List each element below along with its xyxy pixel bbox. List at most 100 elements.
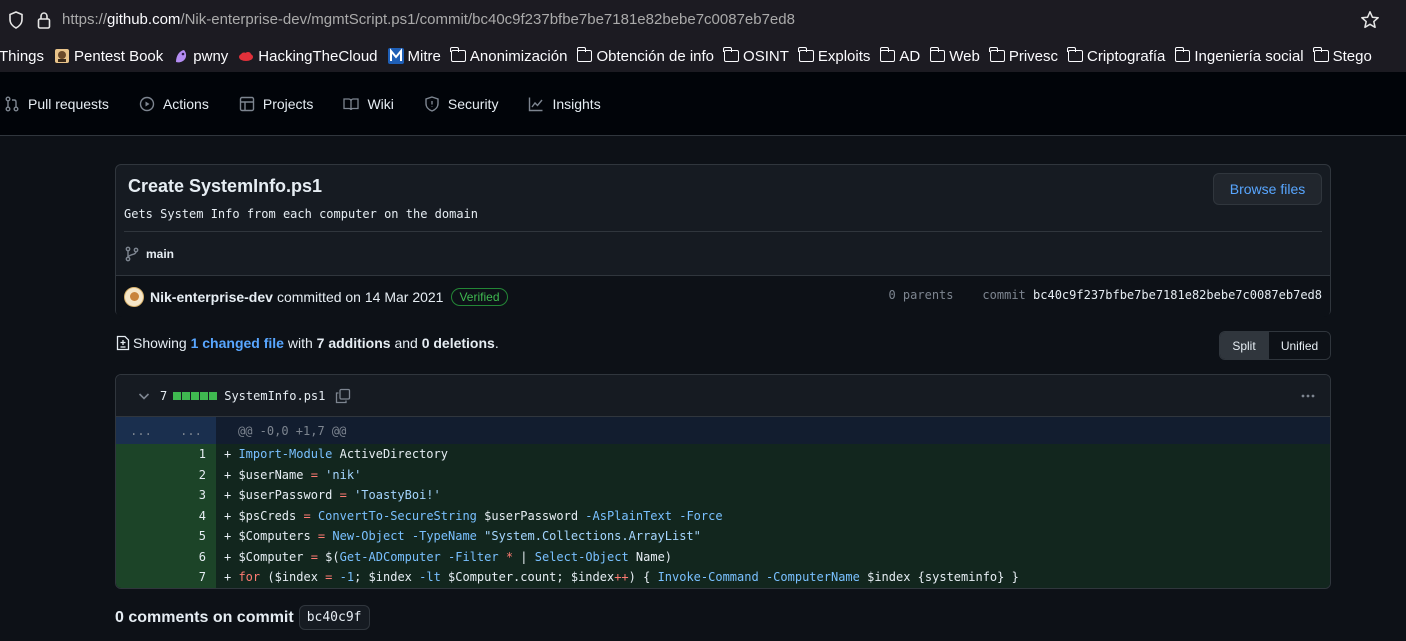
lock-icon[interactable]	[36, 11, 52, 29]
file-diff-icon	[116, 335, 130, 351]
file-header: 7 SystemInfo.ps1	[116, 375, 1330, 417]
old-line-number[interactable]	[116, 505, 166, 526]
expand-hunk-new[interactable]: ...	[166, 417, 216, 444]
pull-request-icon	[5, 96, 19, 111]
bookmark-label: Things	[0, 47, 45, 65]
bookmark-folder-criptografia[interactable]: Criptografía	[1067, 40, 1165, 72]
old-line-number[interactable]	[116, 444, 166, 465]
bookmark-label: Privesc	[1008, 47, 1059, 65]
commit-sha[interactable]: bc40c9f237bfbe7be7181e82bebe7c0087eb7ed8	[1033, 288, 1322, 302]
verified-badge[interactable]: Verified	[451, 287, 508, 306]
file-diff: 7 SystemInfo.ps1 ... ... @@ -0,0 +1,7 @@…	[115, 374, 1331, 589]
unified-button[interactable]: Unified	[1269, 332, 1330, 359]
folder-icon	[1313, 47, 1329, 62]
comments-label: 0 comments on commit	[115, 608, 294, 626]
changed-files-link[interactable]: 1 changed file	[191, 335, 284, 351]
old-line-number[interactable]	[116, 567, 166, 588]
folder-icon	[989, 47, 1005, 62]
branch-name[interactable]: main	[146, 247, 174, 261]
short-sha: bc40c9f	[298, 605, 370, 630]
bookmark-label: Pentest Book	[74, 47, 164, 65]
bookmark-pentest-book[interactable]: Pentest Book	[54, 40, 163, 72]
diff-summary: Showing 1 changed file with 7 additions …	[115, 335, 499, 351]
bookmark-star-icon[interactable]	[1360, 10, 1380, 30]
browse-files-button[interactable]: Browse files	[1213, 173, 1322, 205]
bookmarks-bar: Things Pentest Book pwny HackingTheCloud…	[0, 40, 1406, 72]
tab-insights[interactable]: Insights	[528, 96, 601, 112]
new-line-number[interactable]: 3	[166, 485, 216, 506]
bookmark-folder-ingenieria[interactable]: Ingeniería social	[1174, 40, 1304, 72]
code-text: + $userName = 'nik'	[224, 467, 362, 482]
new-line-number[interactable]: 5	[166, 526, 216, 547]
commit-meta: 0 parents commit bc40c9f237bfbe7be7181e8…	[888, 288, 1322, 302]
kebab-horizontal-icon[interactable]	[1300, 388, 1316, 404]
comments-heading: 0 comments on commit bc40c9f	[115, 605, 370, 630]
address-field[interactable]: https://github.com/Nik-enterprise-dev/mg…	[62, 11, 795, 28]
shield-icon	[425, 95, 439, 112]
file-name[interactable]: SystemInfo.ps1	[224, 389, 325, 403]
bookmark-mitre[interactable]: Mitre	[387, 40, 441, 72]
tab-wiki[interactable]: Wiki	[343, 96, 394, 112]
tab-label: Actions	[162, 95, 209, 112]
bookmark-hackingthecloud[interactable]: HackingTheCloud	[238, 40, 378, 72]
cloud-favicon-icon	[239, 52, 254, 61]
new-line-number[interactable]: 2	[166, 464, 216, 485]
author-link[interactable]: Nik-enterprise-dev	[150, 289, 273, 305]
bookmark-label: AD	[899, 47, 921, 65]
bookmark-label: Mitre	[407, 47, 441, 65]
folder-icon	[879, 47, 896, 62]
url-path: /Nik-enterprise-dev/mgmtScript.ps1/commi…	[180, 11, 795, 28]
code-text: + Import-Module ActiveDirectory	[224, 447, 448, 462]
bookmark-label: Stego	[1332, 47, 1372, 65]
chevron-down-icon[interactable]	[136, 388, 152, 404]
new-line-number[interactable]: 6	[166, 546, 216, 567]
bookmark-folder-anonimizacion[interactable]: Anonimización	[450, 40, 567, 72]
graph-icon	[529, 97, 543, 111]
committed-date: committed on 14 Mar 2021	[276, 288, 444, 305]
tracking-shield-icon[interactable]	[8, 11, 24, 29]
new-line-number[interactable]: 1	[166, 444, 216, 465]
bookmark-folder-stego[interactable]: Stego	[1313, 40, 1372, 72]
bookmark-pwny[interactable]: pwny	[173, 40, 228, 72]
new-line-number[interactable]: 4	[166, 505, 216, 526]
tab-security[interactable]: Security	[424, 95, 498, 112]
bookmark-folder-ad[interactable]: AD	[879, 40, 921, 72]
summary-period: .	[494, 335, 499, 351]
old-line-number[interactable]	[116, 526, 166, 547]
tab-projects[interactable]: Projects	[239, 96, 313, 112]
hunk-range: @@ -0,0 +1,7 @@	[238, 423, 347, 438]
folder-icon	[723, 47, 740, 62]
tab-pull-requests[interactable]: Pull requests	[4, 96, 109, 112]
hunk-header: ... ... @@ -0,0 +1,7 @@	[116, 417, 1330, 444]
diffstat-blocks	[173, 391, 218, 400]
new-line-number[interactable]: 7	[166, 567, 216, 588]
bookmark-folder-web[interactable]: Web	[929, 40, 980, 72]
bookmark-folder-obtencion[interactable]: Obtención de info	[576, 40, 715, 72]
book-icon	[343, 97, 360, 110]
diff-line: 2 + $userName = 'nik'	[116, 464, 1330, 485]
table-icon	[239, 96, 255, 111]
old-line-number[interactable]	[116, 546, 166, 567]
bookmark-label: Web	[949, 47, 980, 65]
avatar[interactable]	[124, 286, 144, 307]
change-count: 7	[160, 388, 168, 403]
code-text: + $Computers = New-Object -TypeName "Sys…	[224, 529, 701, 544]
bookmark-folder-exploits[interactable]: Exploits	[798, 40, 870, 72]
bookmark-folder-privesc[interactable]: Privesc	[989, 40, 1059, 72]
bookmark-things[interactable]: Things	[0, 40, 44, 72]
tab-actions[interactable]: Actions	[139, 96, 209, 112]
bookmark-folder-osint[interactable]: OSINT	[723, 40, 789, 72]
code-text: + $psCreds = ConvertTo-SecureString $use…	[224, 508, 723, 523]
commit-label: commit	[982, 288, 1026, 302]
bookmark-label: Obtención de info	[596, 47, 715, 65]
copy-icon[interactable]	[335, 388, 351, 404]
folder-icon	[929, 47, 946, 62]
mitre-favicon-icon	[387, 48, 404, 64]
old-line-number[interactable]	[116, 485, 166, 506]
additions-count: 7 additions	[316, 335, 391, 351]
branch-row: main	[124, 231, 1322, 275]
split-button[interactable]: Split	[1220, 332, 1269, 359]
expand-hunk-old[interactable]: ...	[116, 417, 166, 444]
old-line-number[interactable]	[116, 464, 166, 485]
browser-url-bar: https://github.com/Nik-enterprise-dev/mg…	[0, 0, 1406, 40]
